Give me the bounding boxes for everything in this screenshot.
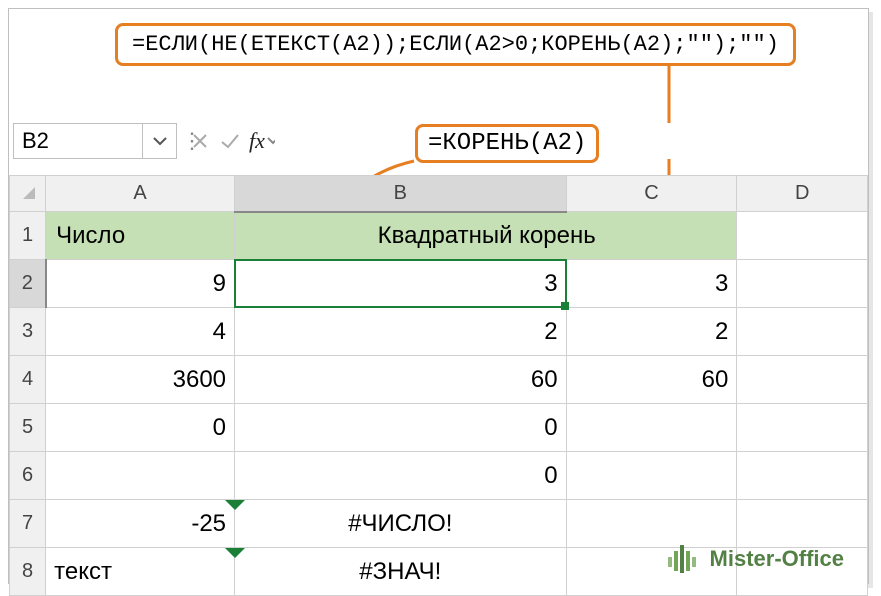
cell-a8[interactable]: текст (46, 548, 235, 596)
cell-d1[interactable] (737, 212, 868, 260)
cell-b5[interactable]: 0 (235, 404, 567, 452)
cell-d6[interactable] (737, 452, 868, 500)
col-header-b[interactable]: B (235, 176, 567, 212)
row-1: 1 Число Квадратный корень (10, 212, 868, 260)
col-header-a[interactable]: A (46, 176, 235, 212)
error-triangle-icon (225, 548, 235, 558)
screenshot-frame: =ЕСЛИ(НЕ(ЕТЕКСТ(A2));ЕСЛИ(A2>0;КОРЕНЬ(A2… (8, 8, 869, 584)
separator: ⋮ (177, 128, 185, 154)
cell-c7[interactable] (566, 500, 737, 548)
name-box[interactable]: B2 (13, 123, 143, 159)
cell-a1[interactable]: Число (46, 212, 235, 260)
cancel-button[interactable] (185, 123, 215, 159)
row-4: 4 3600 60 60 (10, 356, 868, 404)
watermark-text: Mister-Office (710, 546, 844, 572)
row-header-3[interactable]: 3 (10, 308, 46, 356)
cell-d7[interactable] (737, 500, 868, 548)
row-header-7[interactable]: 7 (10, 500, 46, 548)
col-header-c[interactable]: C (566, 176, 737, 212)
cell-b4[interactable]: 60 (235, 356, 567, 404)
x-icon (191, 132, 209, 150)
chevron-down-icon (267, 135, 275, 147)
cells-table[interactable]: A B C D 1 Число Квадратный корень 2 9 3 … (9, 175, 868, 596)
cell-a7[interactable]: -25 (46, 500, 235, 548)
cell-b1c1[interactable]: Квадратный корень (235, 212, 737, 260)
fx-icon: fx (245, 128, 267, 154)
cell-b6[interactable]: 0 (235, 452, 567, 500)
row-5: 5 0 0 (10, 404, 868, 452)
cell-c5[interactable] (566, 404, 737, 452)
row-header-1[interactable]: 1 (10, 212, 46, 260)
cell-b2[interactable]: 3 (235, 260, 567, 308)
enter-button[interactable] (215, 123, 245, 159)
row-header-8[interactable]: 8 (10, 548, 46, 596)
cell-a2[interactable]: 9 (46, 260, 235, 308)
cell-a6[interactable] (46, 452, 235, 500)
cell-c2[interactable]: 3 (566, 260, 737, 308)
row-2: 2 9 3 3 (10, 260, 868, 308)
cell-d3[interactable] (737, 308, 868, 356)
callout-formula-c2: =ЕСЛИ(НЕ(ЕТЕКСТ(A2));ЕСЛИ(A2>0;КОРЕНЬ(A2… (115, 23, 796, 66)
check-icon (220, 132, 240, 150)
cell-d5[interactable] (737, 404, 868, 452)
row-header-6[interactable]: 6 (10, 452, 46, 500)
cell-c4[interactable]: 60 (566, 356, 737, 404)
cell-a5[interactable]: 0 (46, 404, 235, 452)
chevron-down-icon (153, 134, 167, 148)
cell-b8[interactable]: #ЗНАЧ! (235, 548, 567, 596)
error-triangle-icon (225, 500, 235, 510)
spreadsheet-grid: A B C D 1 Число Квадратный корень 2 9 3 … (9, 175, 868, 583)
cell-b3[interactable]: 2 (235, 308, 567, 356)
row-header-2[interactable]: 2 (10, 260, 46, 308)
cell-d4[interactable] (737, 356, 868, 404)
name-box-value: B2 (22, 128, 49, 154)
cell-a4[interactable]: 3600 (46, 356, 235, 404)
cell-c6[interactable] (566, 452, 737, 500)
row-3: 3 4 2 2 (10, 308, 868, 356)
row-header-5[interactable]: 5 (10, 404, 46, 452)
fx-button[interactable]: fx (245, 123, 275, 159)
cell-a3[interactable]: 4 (46, 308, 235, 356)
name-box-dropdown[interactable] (143, 123, 177, 159)
cell-c3[interactable]: 2 (566, 308, 737, 356)
column-headers: A B C D (10, 176, 868, 212)
callout-formula-b2: =КОРЕНЬ(A2) (415, 124, 599, 163)
select-all-corner[interactable] (10, 176, 46, 212)
callout-formula-c2-text: =ЕСЛИ(НЕ(ЕТЕКСТ(A2));ЕСЛИ(A2>0;КОРЕНЬ(A2… (132, 32, 779, 57)
callout-formula-b2-text: =КОРЕНЬ(A2) (428, 130, 586, 157)
col-header-d[interactable]: D (737, 176, 868, 212)
row-header-4[interactable]: 4 (10, 356, 46, 404)
watermark: Mister-Office (668, 545, 844, 573)
triangle-icon (21, 185, 35, 199)
watermark-icon (668, 545, 702, 573)
cell-b7[interactable]: #ЧИСЛО! (235, 500, 567, 548)
row-7: 7 -25 #ЧИСЛО! (10, 500, 868, 548)
cell-d2[interactable] (737, 260, 868, 308)
row-6: 6 0 (10, 452, 868, 500)
